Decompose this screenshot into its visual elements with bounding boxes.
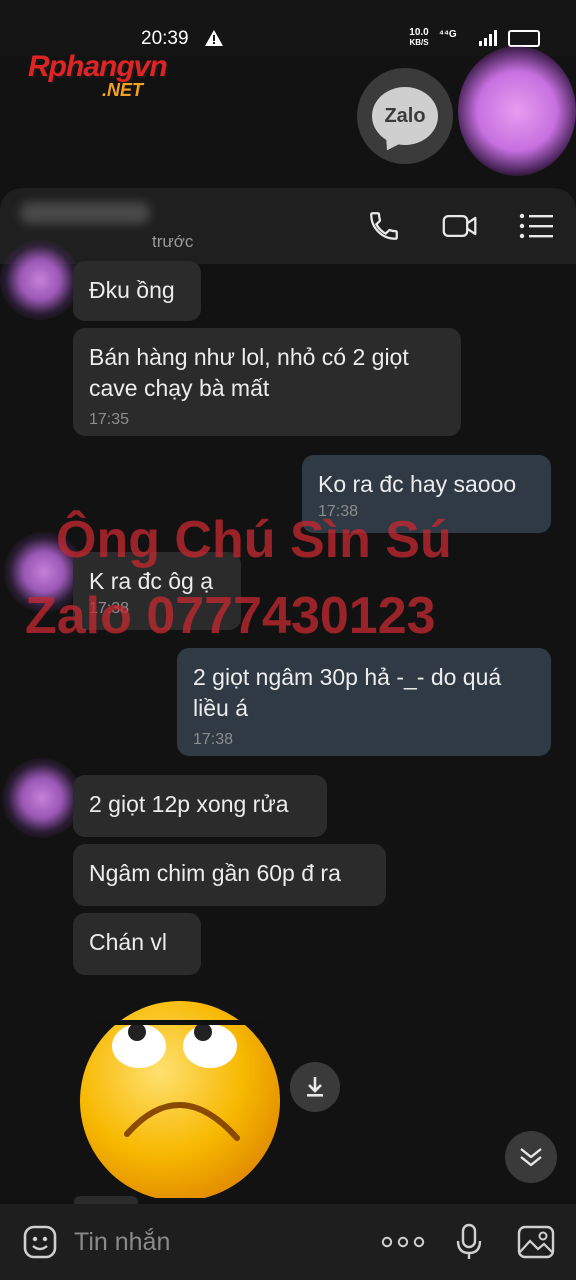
message-bubble-incoming[interactable]: Bán hàng như lol, nhỏ có 2 giọt cave chạ… [73,328,461,436]
signal-icon [479,30,497,46]
more-options-button[interactable] [381,1222,425,1262]
sad-face-sticker[interactable] [77,998,283,1198]
message-bubble-incoming[interactable]: K ra đc ôg ạ 17:38 [73,552,241,630]
message-time: 17:38 [318,503,359,520]
message-bubble-outgoing[interactable]: 2 giọt ngâm 30p hả -_- do quá liều á 17:… [177,648,551,756]
status-time: 20:39 [141,28,189,49]
emoji-button[interactable] [20,1222,60,1262]
sender-avatar[interactable] [4,532,84,612]
microphone-icon [456,1223,482,1259]
warning-icon [205,30,223,46]
message-bubble-outgoing[interactable]: Ko ra đc hay saooo 17:38 [302,455,551,533]
last-seen-status: trước [152,232,194,251]
message-time: 17:38 [89,600,130,617]
voice-record-button[interactable] [449,1222,489,1262]
message-bubble-incoming[interactable]: Ngâm chim gần 60p đ ra [73,844,386,906]
image-gallery-icon [517,1225,555,1259]
chat-header: trước [0,188,576,264]
scroll-to-bottom-button[interactable] [505,1131,557,1183]
chat-menu-button[interactable] [518,208,554,244]
network-type: ⁴⁴G [439,29,457,40]
download-button[interactable] [290,1062,340,1112]
sender-avatar[interactable] [0,240,80,320]
send-image-button[interactable] [516,1222,556,1262]
sender-avatar[interactable] [2,758,82,838]
menu-list-icon [519,213,553,239]
message-bubble-incoming[interactable]: 2 giọt 12p xong rửa [73,775,327,837]
more-dots-icon [381,1236,425,1248]
zalo-logo-icon: Zalo [372,87,438,155]
message-time: 17:35 [89,411,130,428]
message-bubble-incoming[interactable]: Chán vl [73,913,201,975]
message-input[interactable]: Tin nhắn [74,1228,170,1257]
contact-chat-head-avatar[interactable] [458,46,576,176]
video-camera-icon [442,214,477,238]
call-button[interactable] [366,208,402,244]
message-composer: Tin nhắn [0,1204,576,1280]
site-logo: Rphangvn .NET [28,50,168,100]
battery-icon [508,30,540,47]
zalo-chat-head[interactable]: Zalo [357,68,453,164]
emoji-icon [23,1225,57,1259]
message-time: 17:38 [193,731,234,748]
download-icon [307,1077,323,1097]
contact-name-blurred[interactable] [20,202,150,224]
status-bar: 20:39 10.0 KB/S ⁴⁴G [0,0,576,56]
network-speed: 10.0 KB/S [409,27,429,48]
video-call-button[interactable] [442,208,478,244]
double-chevron-down-icon [520,1148,542,1167]
phone-icon [370,212,398,240]
message-bubble-incoming[interactable]: Đku ồng [73,261,201,321]
